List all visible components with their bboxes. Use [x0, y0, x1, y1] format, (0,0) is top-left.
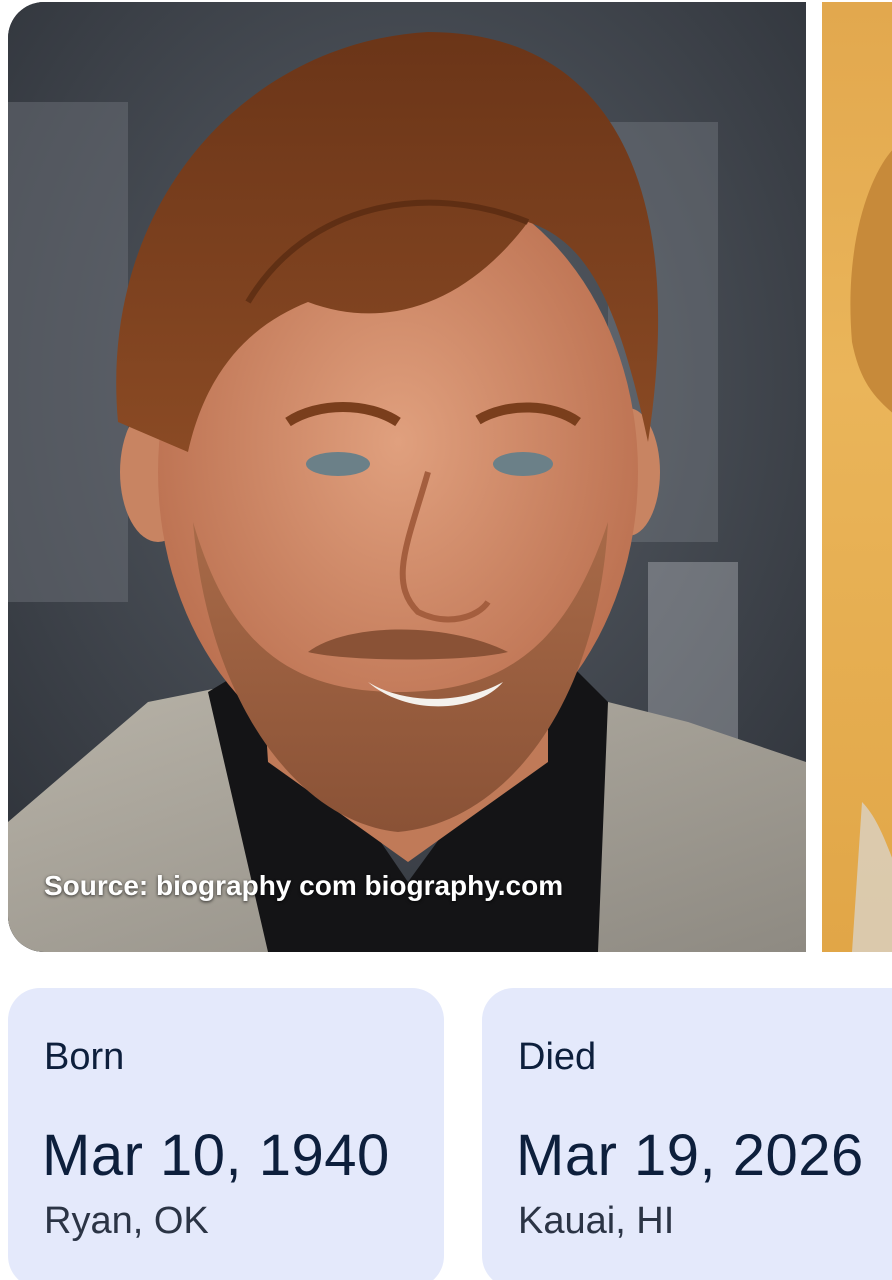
born-label: Born — [44, 1036, 125, 1078]
portrait-illustration — [8, 2, 806, 952]
died-date: Mar 19, 2026 — [516, 1123, 864, 1188]
died-card[interactable]: Died Mar 19, 2026 Kauai, HI — [482, 988, 892, 1280]
next-photo-peek[interactable] — [822, 2, 892, 952]
portrait-photo[interactable]: Source: biography com biography.com — [8, 2, 806, 952]
died-label: Died — [518, 1036, 597, 1078]
born-date: Mar 10, 1940 — [42, 1123, 390, 1188]
photo-source-caption[interactable]: Source: biography com biography.com — [44, 870, 563, 902]
died-place: Kauai, HI — [518, 1200, 675, 1242]
facts-row: Born Mar 10, 1940 Ryan, OK Died Mar 19, … — [0, 988, 892, 1280]
next-photo-illustration — [850, 150, 892, 952]
image-carousel[interactable]: Source: biography com biography.com — [0, 0, 892, 952]
born-card[interactable]: Born Mar 10, 1940 Ryan, OK — [8, 988, 444, 1280]
born-place: Ryan, OK — [44, 1200, 209, 1242]
